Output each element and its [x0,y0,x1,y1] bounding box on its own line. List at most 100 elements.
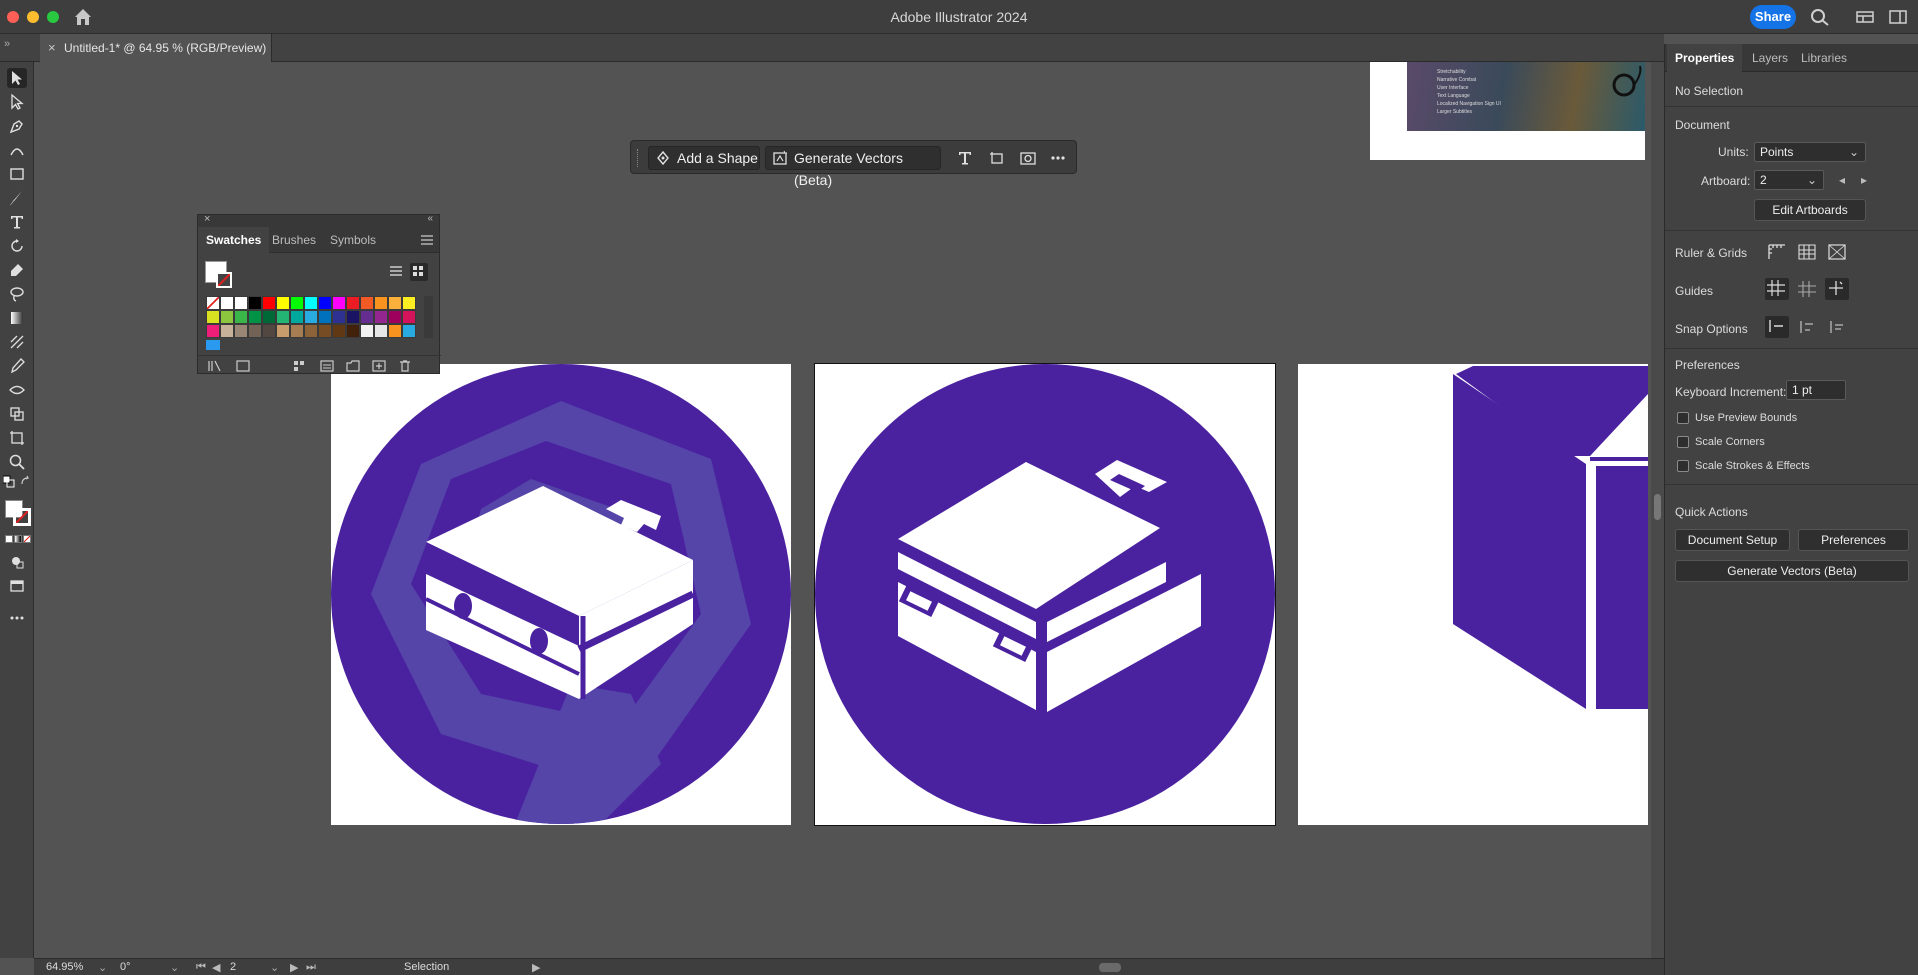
swatch-cell[interactable] [290,324,304,338]
generate-vectors-panel-button[interactable]: Generate Vectors (Beta) [1675,560,1909,582]
swatch-cell[interactable] [402,324,416,338]
swatch-cell[interactable] [290,310,304,324]
tab-brushes[interactable]: Brushes [264,227,324,253]
gradient-mode-icon[interactable] [14,535,22,543]
swatch-cell[interactable] [374,296,388,310]
swatch-cell[interactable] [206,324,220,338]
rectangle-tool-icon[interactable] [7,164,27,184]
swatch-cell[interactable] [360,324,374,338]
list-view-icon[interactable] [389,265,403,279]
new-color-group-icon[interactable] [346,360,360,372]
previous-artboard-icon[interactable]: ◀ [212,961,220,974]
zoom-level[interactable]: 64.95% [46,961,83,973]
more-tools-icon[interactable] [7,608,27,628]
scale-corners-checkbox[interactable] [1677,436,1689,448]
swatch-cell[interactable] [304,310,318,324]
panel-toggle-icon[interactable] [1888,8,1908,26]
swatch-cell[interactable] [346,324,360,338]
swatch-cell[interactable] [206,310,220,324]
swatch-cell[interactable] [346,296,360,310]
add-a-shape-button[interactable]: Add a Shape [648,146,760,170]
horizontal-scroll-thumb[interactable] [1099,963,1121,972]
swatch-cell[interactable] [276,324,290,338]
artboard-3[interactable] [1298,364,1648,825]
eraser-tool-icon[interactable] [7,260,27,280]
swatch-cell[interactable] [304,324,318,338]
workspace-switcher-icon[interactable] [1855,8,1875,26]
rotate-tool-icon[interactable] [7,236,27,256]
mesh-tool-icon[interactable] [7,332,27,352]
image-trace-icon[interactable] [1019,149,1037,167]
swatch-cell[interactable] [318,324,332,338]
artboard-1[interactable] [331,364,791,825]
snap-to-point-icon[interactable] [1765,316,1789,338]
swatch-cell[interactable] [332,296,346,310]
swatch-cell[interactable] [248,296,262,310]
swatch-cell[interactable] [234,310,248,324]
new-swatch-icon[interactable] [372,360,386,372]
swatch-cell[interactable] [220,296,234,310]
swatch-cell[interactable] [388,296,402,310]
delete-swatch-icon[interactable] [398,360,412,372]
swatch-cell[interactable] [262,310,276,324]
collapse-panels-icon[interactable]: » [4,38,10,50]
direct-selection-tool-icon[interactable] [7,92,27,112]
swap-fill-stroke-icon[interactable] [20,475,32,488]
stroke-color-swatch[interactable] [13,508,31,526]
show-swatch-kinds-icon[interactable] [293,360,307,372]
swatch-cell[interactable] [360,310,374,324]
grid-icon[interactable] [1796,242,1818,262]
stroke-swatch-preview[interactable] [216,272,232,288]
swatch-cell[interactable] [276,310,290,324]
swatch-cell[interactable] [220,324,234,338]
document-tab[interactable]: × Untitled-1* @ 64.95 % (RGB/Preview) [40,34,272,62]
none-mode-icon[interactable] [23,535,31,543]
keyboard-increment-input[interactable]: 1 pt [1786,380,1846,400]
tab-properties[interactable]: Properties [1667,44,1743,72]
artboard-2[interactable] [814,363,1276,826]
last-artboard-icon[interactable]: ⏭ [306,961,316,974]
artboard-number[interactable]: 2 [230,961,236,973]
swatch-cell[interactable] [346,310,360,324]
color-mode-icon[interactable] [5,535,13,543]
tab-symbols[interactable]: Symbols [322,227,384,253]
next-artboard-icon[interactable]: ▶ [290,961,298,974]
edit-artboards-button[interactable]: Edit Artboards [1754,199,1866,221]
status-menu-icon[interactable]: ▶ [532,961,540,974]
selection-tool-icon[interactable] [7,68,27,88]
swatch-scrollbar[interactable] [424,296,433,338]
swatch-cell[interactable] [388,310,402,324]
panel-menu-icon[interactable] [421,235,433,245]
collapse-panel-icon[interactable]: « [427,213,433,224]
paintbrush-tool-icon[interactable] [7,188,27,208]
scale-strokes-effects-checkbox[interactable] [1677,460,1689,472]
tab-layers[interactable]: Layers [1744,44,1796,72]
close-panel-icon[interactable]: × [204,213,210,225]
artboard-reference-image[interactable]: Stretchability Narrative Combat User Int… [1370,62,1645,160]
swatch-cell[interactable] [234,324,248,338]
search-icon[interactable] [1810,8,1830,26]
generate-vectors-button[interactable]: Generate Vectors (Beta) [765,146,941,188]
curvature-tool-icon[interactable] [7,140,27,160]
lock-guides-icon[interactable] [1796,279,1818,299]
zoom-tool-icon[interactable] [7,452,27,472]
swatch-cell[interactable] [248,310,262,324]
pen-tool-icon[interactable] [7,116,27,136]
shape-builder-tool-icon[interactable] [7,404,27,424]
swatch-cell[interactable] [262,324,276,338]
tab-libraries[interactable]: Libraries [1793,44,1855,72]
swatch-cell[interactable] [262,296,276,310]
artboard-tool-icon[interactable] [7,428,27,448]
width-tool-icon[interactable] [7,380,27,400]
swatch-cell[interactable] [388,324,402,338]
swatch-cell[interactable] [318,310,332,324]
panel-header[interactable]: × « [198,213,439,227]
swatch-group-icon[interactable] [206,340,220,350]
default-fill-stroke-icon[interactable] [3,475,15,488]
ruler-icon[interactable] [1766,242,1788,262]
share-button[interactable]: Share [1750,5,1796,29]
type-icon[interactable] [956,149,974,167]
swatch-cell[interactable] [374,310,388,324]
rotation-value[interactable]: 0° [120,961,131,973]
add-to-library-icon[interactable] [236,360,250,372]
